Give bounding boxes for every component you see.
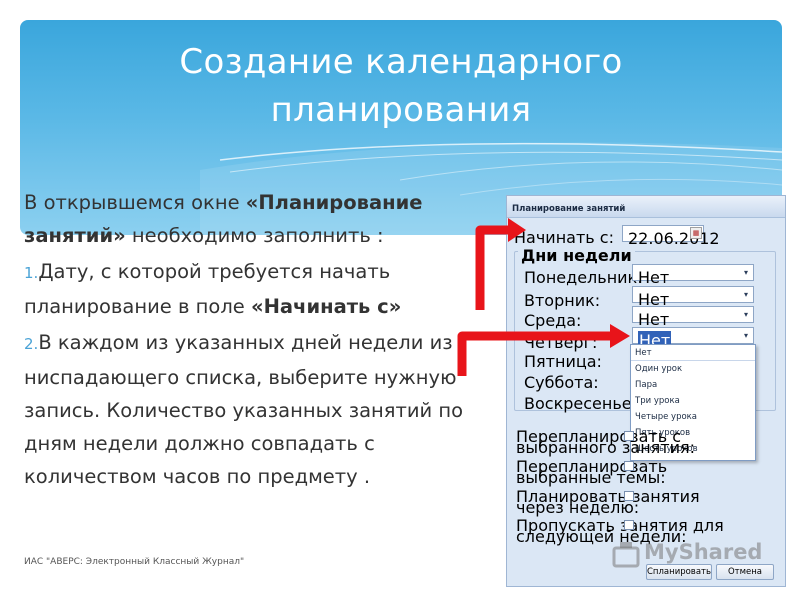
option-label: Перепланировать выбранные темы: bbox=[516, 459, 667, 487]
dropdown-option[interactable]: Три урока bbox=[631, 393, 755, 409]
option-label: Планировать занятия через неделю: bbox=[516, 489, 700, 516]
plan-button[interactable]: Спланировать bbox=[646, 564, 712, 580]
dropdown-option[interactable]: Четыре урока bbox=[631, 409, 755, 425]
start-date-label: Начинать с: bbox=[514, 228, 614, 247]
chevron-down-icon[interactable]: ▾ bbox=[739, 265, 753, 280]
option-label-line: выбранного занятия: bbox=[516, 438, 696, 457]
option-label: Перепланировать с выбранного занятия: bbox=[516, 429, 696, 457]
footer-text: ИАС "АВЕРС: Электронный Классный Журнал" bbox=[24, 557, 245, 567]
watermark-text: MyShared bbox=[644, 540, 763, 564]
day-label-thursday: Четверг: bbox=[524, 333, 598, 352]
list-item: 1.Дату, с которой требуется начать плани… bbox=[24, 255, 494, 323]
option-label: Пропускать занятия для следующей недели: bbox=[516, 518, 724, 545]
day-label-tuesday: Вторник: bbox=[524, 291, 601, 310]
list-item-text: В каждом из указанных дней недели из нис… bbox=[24, 331, 464, 488]
option-label-line: выбранные темы: bbox=[516, 468, 666, 487]
intro-paragraph: В открывшемся окне «Планирование занятий… bbox=[24, 186, 494, 252]
list-number: 2. bbox=[24, 335, 39, 353]
dialog-title: Планирование занятий bbox=[507, 196, 785, 218]
chevron-down-icon[interactable]: ▾ bbox=[739, 287, 753, 302]
watermark-logo-icon bbox=[612, 542, 640, 568]
dropdown-option[interactable]: Нет bbox=[631, 345, 755, 361]
day-label-monday: Понедельник: bbox=[524, 268, 643, 287]
day-label-saturday: Суббота: bbox=[524, 373, 599, 392]
day-select-thursday[interactable]: Нет ▾ bbox=[632, 327, 754, 350]
start-date-field[interactable]: 22.06.2012 ▦ bbox=[622, 225, 720, 248]
intro-text: В открывшемся окне bbox=[24, 191, 246, 214]
start-date-value: 22.06.2012 bbox=[628, 229, 720, 248]
biweekly-checkbox[interactable] bbox=[624, 491, 634, 501]
list-item: 2.В каждом из указанных дней недели из н… bbox=[24, 326, 494, 493]
cancel-button[interactable]: Отмена bbox=[716, 564, 774, 580]
list-number: 1. bbox=[24, 264, 39, 282]
day-label-sunday: Воскресенье: bbox=[524, 394, 637, 413]
day-label-friday: Пятница: bbox=[524, 352, 602, 371]
skip-next-week-checkbox[interactable] bbox=[624, 520, 634, 530]
slide-title: Создание календарного планирования bbox=[20, 38, 782, 134]
calendar-icon[interactable]: ▦ bbox=[690, 227, 702, 239]
slide-body: В открывшемся окне «Планирование занятий… bbox=[24, 186, 494, 496]
dropdown-option[interactable]: Один урок bbox=[631, 361, 755, 377]
title-line: Создание календарного bbox=[179, 42, 623, 82]
intro-text-end: необходимо заполнить : bbox=[125, 224, 384, 247]
day-select-monday[interactable]: Нет ▾ bbox=[632, 264, 754, 287]
chevron-down-icon[interactable]: ▾ bbox=[739, 328, 753, 343]
reschedule-selected-checkbox[interactable] bbox=[624, 431, 634, 441]
reschedule-topics-checkbox[interactable] bbox=[624, 461, 634, 471]
day-select-wednesday[interactable]: Нет ▾ bbox=[632, 306, 754, 329]
day-select-tuesday[interactable]: Нет ▾ bbox=[632, 286, 754, 309]
day-select-value: Нет bbox=[638, 268, 670, 287]
weekdays-group-title: Дни недели bbox=[518, 246, 635, 265]
day-label-wednesday: Среда: bbox=[524, 311, 582, 330]
dropdown-option[interactable]: Пара bbox=[631, 377, 755, 393]
title-line: планирования bbox=[270, 90, 532, 130]
chevron-down-icon[interactable]: ▾ bbox=[739, 307, 753, 322]
list-item-bold-text: «Начинать с» bbox=[250, 295, 402, 318]
